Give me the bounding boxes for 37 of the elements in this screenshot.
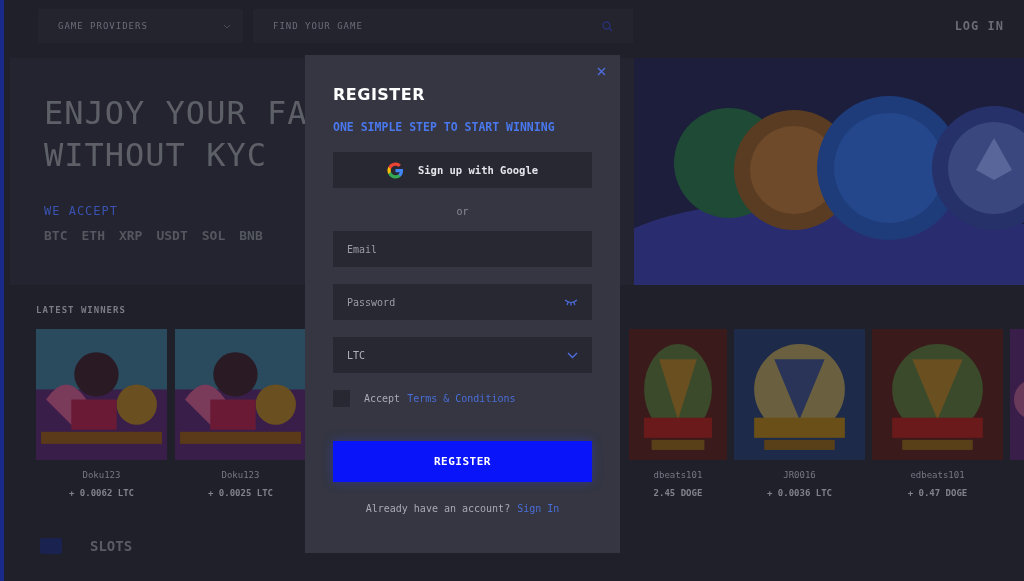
winner-name: dbeats101: [653, 470, 703, 480]
closed-eye-icon[interactable]: [564, 299, 578, 306]
hero-title-line: WITHOUT KYC: [44, 135, 267, 176]
search-field[interactable]: FIND YOUR GAME: [253, 9, 633, 43]
separator-text: or: [456, 206, 469, 217]
dialog-subtitle: ONE SIMPLE STEP TO START WINNING: [333, 120, 556, 134]
winner-name: Doku123: [82, 470, 121, 480]
winner-amount: 2.45 DOGE: [653, 488, 703, 498]
account-prompt: Already have an account?: [365, 503, 511, 514]
password-field[interactable]: Password: [333, 284, 592, 320]
accept-label: WE ACCEPT: [44, 204, 119, 218]
winner-amount: + 0.0036 LTC: [767, 488, 832, 498]
provider-select[interactable]: GAME PROVIDERS: [38, 9, 243, 43]
google-icon: [386, 161, 404, 179]
hero-title-line: ENJOY YOUR FA: [44, 93, 308, 134]
login-button[interactable]: LOG IN: [948, 18, 1010, 34]
winner-amount: + 0.0062 LTC: [69, 488, 134, 498]
email-field[interactable]: Email: [333, 231, 592, 267]
winner-name: Doku123: [221, 470, 260, 480]
winner-name: JR0016: [783, 470, 816, 480]
search-icon: [602, 21, 613, 32]
register-button[interactable]: REGISTER: [333, 441, 592, 482]
winner-amount: + 0.0025 LTC: [208, 488, 273, 498]
section-title: LATEST WINNERS: [36, 305, 127, 315]
dialog-title: REGISTER: [333, 85, 427, 104]
chevron-icon: [223, 23, 231, 29]
google-signup-button[interactable]: Sign up with Google: [333, 152, 592, 188]
terms-link[interactable]: Terms & Conditions: [407, 393, 516, 404]
winner-name: edbeats101: [910, 470, 965, 480]
terms-label: Accept: [364, 393, 401, 404]
currency-select[interactable]: LTC: [333, 337, 592, 373]
section-title: SLOTS: [90, 538, 133, 554]
chevron-icon: [567, 351, 578, 359]
sign-in-link[interactable]: Sign In: [517, 503, 560, 514]
winner-amount: + 0.47 DOGE: [907, 488, 968, 498]
close-icon[interactable]: [597, 67, 606, 76]
slots-icon: [40, 538, 62, 554]
